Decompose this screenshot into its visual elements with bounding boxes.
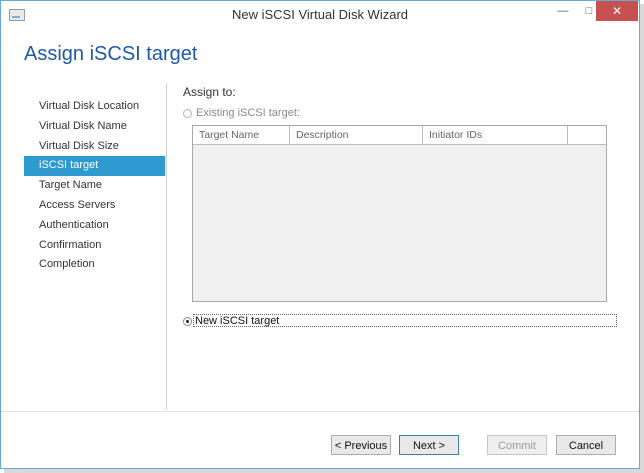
nav-step-iscsi-target[interactable]: iSCSI target <box>24 156 165 177</box>
existing-targets-table[interactable]: Target Name Description Initiator IDs <box>192 125 607 302</box>
next-button[interactable]: Next > <box>399 435 459 455</box>
commit-button: Commit <box>487 435 547 455</box>
existing-target-radio[interactable] <box>183 109 192 118</box>
column-header-description[interactable]: Description <box>290 126 423 144</box>
column-header-target-name[interactable]: Target Name <box>193 126 290 144</box>
window-title: New iSCSI Virtual Disk Wizard <box>231 7 409 22</box>
nav-step-access-servers: Access Servers <box>39 198 116 211</box>
assign-to-label: Assign to: <box>183 85 236 99</box>
new-target-label[interactable]: New iSCSI target <box>195 315 279 327</box>
column-header-extra[interactable] <box>568 126 606 144</box>
new-target-radio[interactable] <box>183 317 192 326</box>
wizard-window: New iSCSI Virtual Disk Wizard — □ ✕ Assi… <box>0 0 640 469</box>
close-button[interactable]: ✕ <box>596 1 638 21</box>
table-header: Target Name Description Initiator IDs <box>193 126 606 145</box>
nav-step-confirmation: Confirmation <box>39 238 102 251</box>
nav-step-target-name: Target Name <box>39 179 102 192</box>
column-header-initiator-ids[interactable]: Initiator IDs <box>423 126 568 144</box>
page-title: Assign iSCSI target <box>24 43 198 65</box>
nav-step-completion: Completion <box>39 258 95 271</box>
cancel-button[interactable]: Cancel <box>556 435 616 455</box>
nav-step-virtual-disk-name[interactable]: Virtual Disk Name <box>24 117 165 137</box>
footer-divider <box>1 411 639 412</box>
vertical-divider <box>166 83 167 410</box>
minimize-button[interactable]: — <box>550 1 576 21</box>
wizard-steps-nav: Virtual Disk Location Virtual Disk Name … <box>24 97 165 275</box>
nav-step-virtual-disk-size[interactable]: Virtual Disk Size <box>24 137 165 157</box>
nav-step-authentication: Authentication <box>39 218 109 231</box>
title-bar: New iSCSI Virtual Disk Wizard — □ ✕ <box>1 1 639 30</box>
existing-target-label[interactable]: Existing iSCSI target: <box>196 107 300 119</box>
previous-button[interactable]: < Previous <box>331 435 391 455</box>
nav-step-virtual-disk-location[interactable]: Virtual Disk Location <box>24 97 165 117</box>
